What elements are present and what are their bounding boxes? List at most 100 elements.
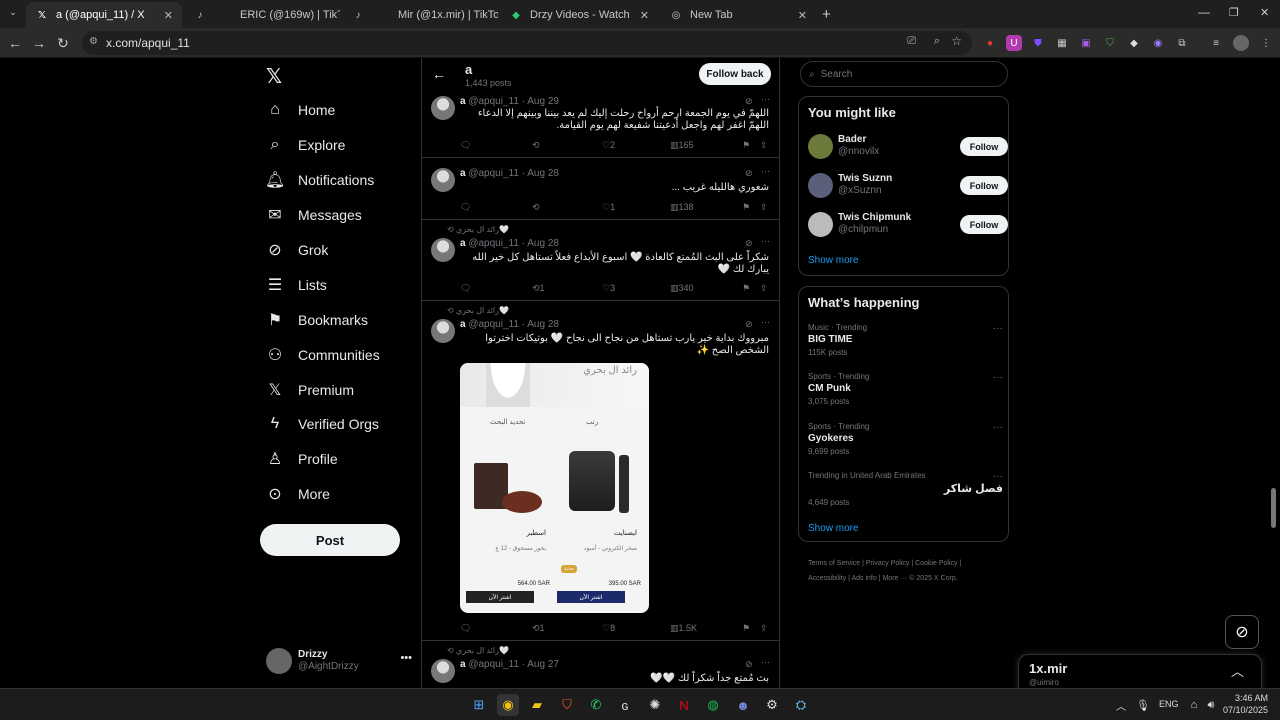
tab-search-button[interactable]: ⌄ — [6, 7, 20, 21]
install-icon[interactable]: ⎚ — [907, 35, 916, 48]
bookmark-icon[interactable]: ⚑ — [742, 623, 750, 634]
tweet[interactable]: a @apqui_11 · Aug 29 ⊘ ··· اللهمّ في يوم… — [422, 94, 779, 158]
nav-home[interactable]: ⌂ Home — [266, 93, 335, 127]
avatar[interactable] — [431, 659, 455, 683]
follow-button[interactable]: Follow — [960, 137, 1008, 156]
nav-profile[interactable]: ♙ Profile — [266, 442, 338, 476]
reply-icon[interactable]: 🗨︎ — [460, 623, 471, 634]
avatar[interactable] — [431, 238, 455, 262]
netflix-icon[interactable]: N — [673, 694, 695, 716]
tab-x-profile[interactable]: 𝕏 a (@apqui_11) / X ✕ — [26, 2, 182, 28]
tweet[interactable]: ⟲ رائد ال بحري🤍 a @apqui_11 · Aug 28 ⊘ ·… — [422, 301, 779, 641]
app-icon[interactable]: ɢ — [614, 694, 636, 716]
grok-icon[interactable]: ⊘ — [745, 168, 753, 179]
more-dots-icon[interactable]: ··· — [761, 94, 770, 104]
search-box[interactable]: ⌕ Search — [800, 61, 1008, 87]
back-icon[interactable]: ← — [6, 34, 24, 52]
nav-messages[interactable]: ✉ Messages — [266, 198, 362, 232]
footer-link[interactable]: More ··· — [882, 575, 907, 582]
extension-eye-icon[interactable]: ◉ — [1150, 35, 1166, 51]
forward-icon[interactable]: → — [30, 34, 48, 52]
extensions-puzzle-icon[interactable]: ⧉ — [1174, 35, 1190, 51]
tab-tiktok-eric[interactable]: ♪ ERIC (@169w) | TikTok ✕ — [184, 2, 341, 28]
like-button[interactable]: ♡ 3 — [602, 283, 615, 294]
nav-grok[interactable]: ⊘ Grok — [266, 233, 328, 267]
chevron-up-icon[interactable]: ︿ — [1231, 661, 1244, 680]
star-icon[interactable]: ☆ — [951, 34, 962, 48]
close-icon[interactable]: ✕ — [164, 9, 173, 22]
extension-shield-icon[interactable]: ⛊ — [1030, 35, 1046, 51]
more-dots-icon[interactable]: ··· — [993, 471, 1003, 482]
more-dots-icon[interactable]: ··· — [761, 657, 770, 667]
browser-menu-icon[interactable]: ⋮ — [1258, 35, 1274, 51]
suggested-user[interactable]: Twis Suznn @xSuznn Follow — [808, 172, 1008, 202]
grok-icon[interactable]: ⊘ — [745, 659, 753, 670]
brave-icon[interactable]: ⛉ — [556, 694, 578, 716]
discord-icon[interactable]: ☻ — [732, 694, 754, 716]
tab-drzy-videos[interactable]: ◆ Drzy Videos - Watch On-Deman ✕ — [500, 2, 658, 28]
avatar[interactable] — [431, 319, 455, 343]
tweet-media-image[interactable]: رائد ال بحري تحديد البحث رتب اسطبر بخور … — [460, 363, 649, 613]
close-icon[interactable]: ✕ — [640, 9, 649, 22]
window-close-button[interactable]: ✕ — [1260, 6, 1269, 19]
tweet[interactable]: ⟲ رائد ال بحري🤍 a @apqui_11 · Aug 28 ⊘ ·… — [422, 220, 779, 301]
trend-item[interactable]: Music · Trending BIG TIME 115K posts ··· — [808, 323, 1003, 367]
nav-premium[interactable]: 𝕏 Premium — [266, 373, 354, 407]
post-button[interactable]: Post — [260, 524, 400, 556]
reply-icon[interactable]: 🗨︎ — [460, 140, 471, 151]
bookmark-icon[interactable]: ⚑ — [742, 283, 750, 294]
zoom-icon[interactable]: ⌕ — [934, 35, 940, 48]
avatar[interactable] — [431, 96, 455, 120]
minimize-button[interactable]: — — [1198, 5, 1210, 19]
nav-more[interactable]: ⊙ More — [266, 477, 330, 511]
more-dots-icon[interactable]: ··· — [993, 372, 1003, 383]
like-button[interactable]: ♡ 1 — [602, 202, 615, 213]
language-indicator[interactable]: ENG — [1159, 699, 1179, 709]
footer-link[interactable]: Privacy Policy — [866, 560, 910, 567]
share-icon[interactable]: ⇪ — [760, 202, 768, 213]
suggested-user[interactable]: Bader @nnovilx Follow — [808, 133, 1008, 163]
spotify-icon[interactable]: ◍ — [702, 694, 724, 716]
grok-icon[interactable]: ⊘ — [745, 238, 753, 249]
share-icon[interactable]: ⇪ — [760, 140, 768, 151]
tweet[interactable]: ⟲ رائد ال بحري🤍 a @apqui_11 · Aug 27 ⊘ ·… — [422, 641, 779, 688]
repost-icon[interactable]: ⟲ — [532, 140, 540, 151]
more-dots-icon[interactable]: ··· — [993, 323, 1003, 334]
bookmark-icon[interactable]: ⚑ — [742, 202, 750, 213]
more-dots-icon[interactable]: ··· — [761, 166, 770, 176]
show-more-link[interactable]: Show more — [808, 523, 859, 534]
share-icon[interactable]: ⇪ — [760, 283, 768, 294]
views-button[interactable]: ▥ 340 — [670, 283, 694, 294]
trend-item[interactable]: Sports · Trending CM Punk 3,075 posts ··… — [808, 372, 1003, 416]
extension-purple-icon[interactable]: ▣ — [1078, 35, 1094, 51]
page-scrollbar[interactable] — [1271, 488, 1276, 528]
reply-icon[interactable]: 🗨︎ — [460, 283, 471, 294]
tweet[interactable]: a @apqui_11 · Aug 28 ⊘ ··· شعوري هالليله… — [422, 158, 779, 220]
account-switcher[interactable]: Drizzy @AightDrizzy ••• — [266, 646, 412, 676]
follow-button[interactable]: Follow — [960, 215, 1008, 234]
views-button[interactable]: ▥ 138 — [670, 202, 694, 213]
footer-link[interactable]: Cookie Policy — [915, 560, 957, 567]
grok-icon[interactable]: ⊘ — [745, 96, 753, 107]
reply-icon[interactable]: 🗨︎ — [460, 202, 471, 213]
nav-verified-orgs[interactable]: ϟ Verified Orgs — [266, 407, 379, 441]
profile-avatar-icon[interactable] — [1233, 35, 1249, 51]
nav-notifications[interactable]: 🔔︎ Notifications — [265, 163, 374, 197]
like-button[interactable]: ♡ 2 — [602, 140, 615, 151]
bookmark-icon[interactable]: ⚑ — [742, 140, 750, 151]
extension-magenta-icon[interactable]: U — [1006, 35, 1022, 51]
more-dots-icon[interactable]: ··· — [761, 317, 770, 327]
reading-list-icon[interactable]: ≡ — [1208, 35, 1224, 51]
repost-icon[interactable]: ⟲ — [532, 202, 540, 213]
like-button[interactable]: ♡ 8 — [602, 623, 615, 634]
url-bar[interactable]: ⚙ x.com/apqui_11 ⎚ ⌕ ☆ — [82, 31, 972, 55]
microphone-icon[interactable]: 🎙︎ — [1132, 694, 1154, 716]
chatgpt-icon[interactable]: ✺ — [644, 694, 666, 716]
nav-lists[interactable]: ☰ Lists — [266, 268, 327, 302]
tab-tiktok-mir[interactable]: ♪ Mir (@1x.mir) | TikTok ✕ — [342, 2, 499, 28]
extension-grid-icon[interactable]: ▦ — [1054, 35, 1070, 51]
footer-link[interactable]: Accessibility — [808, 575, 846, 582]
more-dots-icon[interactable]: ··· — [993, 422, 1003, 433]
clock-time[interactable]: 3:46 AM — [1224, 693, 1268, 703]
trend-item[interactable]: Sports · Trending Gyokeres 9,699 posts ·… — [808, 422, 1003, 466]
